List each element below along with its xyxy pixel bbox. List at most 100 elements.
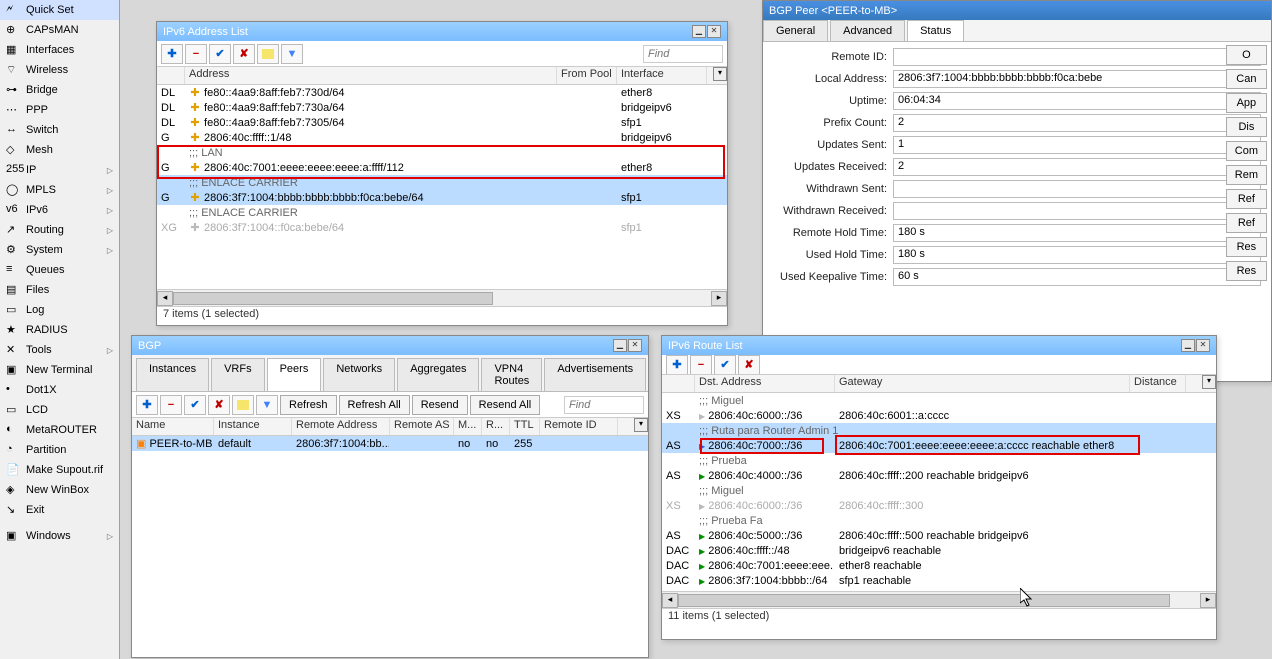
tab[interactable]: Aggregates — [397, 358, 479, 391]
resend-button[interactable]: Resend — [412, 395, 468, 415]
table-row[interactable]: ;;; LAN — [157, 145, 727, 160]
table-row[interactable]: ;;; ENLACE CARRIER — [157, 205, 727, 220]
tab-general[interactable]: General — [763, 20, 828, 41]
peer-side-button[interactable]: Res — [1226, 261, 1267, 281]
sidebar-item[interactable]: ⚙System▷ — [0, 240, 119, 260]
col-ttl[interactable]: TTL — [510, 418, 540, 435]
sidebar-item[interactable]: ↘Exit — [0, 500, 119, 520]
tab[interactable]: Instances — [136, 358, 209, 391]
table-row[interactable]: AS▶ 2806:40c:7000::/362806:40c:7001:eeee… — [662, 438, 1216, 453]
sidebar-item[interactable]: v6IPv6▷ — [0, 200, 119, 220]
window-titlebar[interactable]: IPv6 Address List ▁ ✕ — [157, 22, 727, 41]
table-row[interactable]: G✚ 2806:40c:7001:eeee:eeee:eeee:a:ffff/1… — [157, 160, 727, 175]
sidebar-item[interactable]: ▭Log — [0, 300, 119, 320]
sidebar-item[interactable]: 🗲Quick Set — [0, 0, 119, 20]
find-input[interactable] — [643, 45, 723, 63]
disable-button[interactable]: ✘ — [738, 355, 760, 375]
col-interface[interactable]: Interface — [617, 67, 707, 84]
comment-button[interactable] — [232, 395, 254, 415]
table-row[interactable]: ;;; Miguel — [662, 483, 1216, 498]
close-button[interactable]: ✕ — [628, 339, 642, 352]
add-button[interactable]: ✚ — [666, 355, 688, 375]
sidebar-item[interactable]: ↗Routing▷ — [0, 220, 119, 240]
peer-side-button[interactable]: Ref — [1226, 213, 1267, 233]
col-distance[interactable]: Distance — [1130, 375, 1186, 392]
sidebar-item[interactable]: ≡Queues — [0, 260, 119, 280]
scroll-left-button[interactable]: ◂ — [157, 291, 173, 306]
columns-dropdown[interactable]: ▾ — [713, 67, 727, 81]
sidebar-item[interactable]: ◐MetaROUTER — [0, 420, 119, 440]
close-button[interactable]: ✕ — [1196, 339, 1210, 352]
table-row[interactable]: XS▶ 2806:40c:6000::/362806:40c:ffff::300 — [662, 498, 1216, 513]
minimize-button[interactable]: ▁ — [692, 25, 706, 38]
sidebar-item[interactable]: ⊶Bridge — [0, 80, 119, 100]
sidebar-item[interactable]: ⌔Wireless — [0, 60, 119, 80]
table-row[interactable]: ;;; Ruta para Router Admin 1 — [662, 423, 1216, 438]
tab[interactable]: VPN4 Routes — [481, 358, 542, 391]
enable-button[interactable]: ✔ — [184, 395, 206, 415]
col-remote-address[interactable]: Remote Address — [292, 418, 390, 435]
disable-button[interactable]: ✘ — [208, 395, 230, 415]
columns-dropdown[interactable]: ▾ — [634, 418, 648, 432]
sidebar-item[interactable]: 255IP▷ — [0, 160, 119, 180]
minimize-button[interactable]: ▁ — [1181, 339, 1195, 352]
col-name[interactable]: Name — [132, 418, 214, 435]
window-titlebar[interactable]: BGP Peer <PEER-to-MB> — [763, 1, 1271, 20]
tab-advanced[interactable]: Advanced — [830, 20, 905, 41]
h-scrollbar[interactable]: ◂ ▸ — [157, 289, 727, 306]
sidebar-item[interactable]: ⋯PPP — [0, 100, 119, 120]
sidebar-item-windows[interactable]: ▣ Windows ▷ — [0, 526, 119, 546]
sidebar-item[interactable]: ↔Switch — [0, 120, 119, 140]
table-row[interactable]: ;;; Miguel — [662, 393, 1216, 408]
sidebar-item[interactable]: ◈New WinBox — [0, 480, 119, 500]
add-button[interactable]: ✚ — [161, 44, 183, 64]
col-dst-address[interactable]: Dst. Address — [695, 375, 835, 392]
peer-side-button[interactable]: Res — [1226, 237, 1267, 257]
col-remote-id[interactable]: Remote ID — [540, 418, 618, 435]
tab[interactable]: Networks — [323, 358, 395, 391]
sidebar-item[interactable]: ★RADIUS — [0, 320, 119, 340]
col-frompool[interactable]: From Pool — [557, 67, 617, 84]
enable-button[interactable]: ✔ — [209, 44, 231, 64]
table-row[interactable]: DAC▶ 2806:3f7:1004:bbbb::/64sfp1 reachab… — [662, 573, 1216, 588]
sidebar-item[interactable]: ▭LCD — [0, 400, 119, 420]
sidebar-item[interactable]: ▦Interfaces — [0, 40, 119, 60]
table-row[interactable]: XS▶ 2806:40c:6000::/362806:40c:6001::a:c… — [662, 408, 1216, 423]
peer-side-button[interactable]: Ref — [1226, 189, 1267, 209]
scroll-right-button[interactable]: ▸ — [711, 291, 727, 306]
peer-side-button[interactable]: App — [1226, 93, 1267, 113]
scroll-right-button[interactable]: ▸ — [1200, 593, 1216, 608]
peer-side-button[interactable]: Can — [1226, 69, 1267, 89]
window-titlebar[interactable]: IPv6 Route List ▁ ✕ — [662, 336, 1216, 355]
table-row[interactable]: ;;; Prueba — [662, 453, 1216, 468]
window-titlebar[interactable]: BGP ▁ ✕ — [132, 336, 648, 355]
sidebar-item[interactable]: ✕Tools▷ — [0, 340, 119, 360]
scroll-left-button[interactable]: ◂ — [662, 593, 678, 608]
table-row[interactable]: XG✚ 2806:3f7:1004::f0ca:bebe/64sfp1 — [157, 220, 727, 235]
table-row[interactable]: ▣ PEER-to-MB default 2806:3f7:1004:bb...… — [132, 436, 648, 451]
tab-status[interactable]: Status — [907, 20, 964, 41]
table-row[interactable]: DL✚ fe80::4aa9:8aff:feb7:730d/64ether8 — [157, 85, 727, 100]
comment-button[interactable] — [257, 44, 279, 64]
remove-button[interactable]: − — [160, 395, 182, 415]
tab[interactable]: Peers — [267, 358, 322, 391]
columns-dropdown[interactable]: ▾ — [1202, 375, 1216, 389]
col-m[interactable]: M... — [454, 418, 482, 435]
table-row[interactable]: G✚ 2806:3f7:1004:bbbb:bbbb:bbbb:f0ca:beb… — [157, 190, 727, 205]
enable-button[interactable]: ✔ — [714, 355, 736, 375]
table-row[interactable]: ;;; Prueba Fa — [662, 513, 1216, 528]
remove-button[interactable]: − — [690, 355, 712, 375]
col-r[interactable]: R... — [482, 418, 510, 435]
close-button[interactable]: ✕ — [707, 25, 721, 38]
sidebar-item[interactable]: ◇Mesh — [0, 140, 119, 160]
refresh-all-button[interactable]: Refresh All — [339, 395, 410, 415]
filter-button[interactable]: ▼ — [256, 395, 278, 415]
table-row[interactable]: DL✚ fe80::4aa9:8aff:feb7:730a/64bridgeip… — [157, 100, 727, 115]
table-row[interactable]: G✚ 2806:40c:ffff::1/48bridgeipv6 — [157, 130, 727, 145]
minimize-button[interactable]: ▁ — [613, 339, 627, 352]
tab[interactable]: Advertisements — [544, 358, 646, 391]
resend-all-button[interactable]: Resend All — [470, 395, 541, 415]
table-row[interactable]: DAC▶ 2806:40c:ffff::/48bridgeipv6 reacha… — [662, 543, 1216, 558]
sidebar-item[interactable]: ◔Partition — [0, 440, 119, 460]
table-row[interactable]: DAC▶ 2806:40c:7001:eeee:eee...ether8 rea… — [662, 558, 1216, 573]
